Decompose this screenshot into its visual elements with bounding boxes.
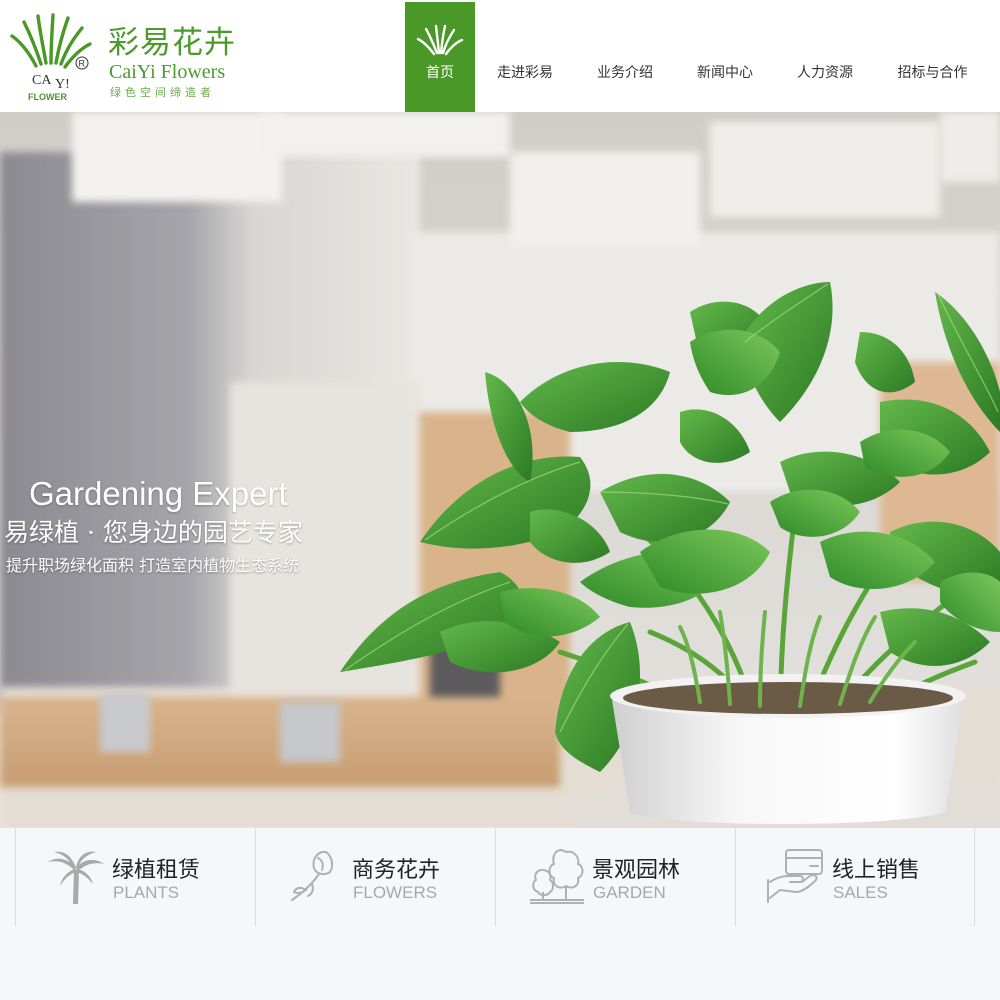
banner-office-plant-image xyxy=(0,112,1000,828)
service-sales[interactable]: 线上销售 SALES xyxy=(736,828,974,926)
service-subtitle: SALES xyxy=(833,883,888,902)
service-flowers[interactable]: 商务花卉 FLOWERS xyxy=(256,828,494,926)
nav-item-bidding[interactable]: 招标与合作 xyxy=(875,2,990,112)
nav-label: 业务介绍 xyxy=(597,65,653,81)
site-header: CA Y! FLOWER R 彩易花卉 CaiYi Flowers 绿色空间缔造… xyxy=(0,0,1000,112)
service-subtitle: GARDEN xyxy=(593,883,666,902)
brand-name-cn: 彩易花卉 xyxy=(108,25,236,61)
service-plants[interactable]: 绿植租赁 PLANTS xyxy=(16,828,254,926)
svg-text:R: R xyxy=(79,59,86,69)
svg-text:CA: CA xyxy=(32,73,52,88)
service-garden[interactable]: 景观园林 GARDEN xyxy=(496,828,734,926)
rose-icon xyxy=(291,851,334,901)
service-title: 商务花卉 xyxy=(352,858,441,883)
svg-text:FLOWER: FLOWER xyxy=(28,92,67,102)
service-subtitle: PLANTS xyxy=(113,883,180,902)
service-subtitle: FLOWERS xyxy=(353,883,438,902)
logo[interactable]: CA Y! FLOWER R 彩易花卉 CaiYi Flowers 绿色空间缔造… xyxy=(10,10,240,102)
nav-label: 走进彩易 xyxy=(497,65,553,81)
logo-mark-icon: CA Y! FLOWER R xyxy=(10,13,92,102)
nav-label: 人力资源 xyxy=(797,65,853,81)
nav-item-hr[interactable]: 人力资源 xyxy=(775,2,875,112)
nav-label: 新闻中心 xyxy=(697,65,753,81)
banner-subtitle: 易绿植 · 您身边的园艺专家 xyxy=(4,518,303,547)
brand-slogan: 绿色空间缔造者 xyxy=(110,86,215,99)
nav-item-about[interactable]: 走进彩易 xyxy=(475,2,575,112)
card-hand-icon xyxy=(767,849,823,903)
hero-banner[interactable]: Gardening Expert 易绿植 · 您身边的园艺专家 提升职场绿化面积… xyxy=(0,112,1000,828)
nav-label: 招标与合作 xyxy=(897,65,968,81)
main-nav: 首页 走进彩易 业务介绍 新闻中心 人力资源 招标与合作 xyxy=(405,2,990,112)
service-title: 绿植租赁 xyxy=(112,858,201,883)
grass-icon xyxy=(416,24,464,56)
nav-label: 首页 xyxy=(426,65,454,81)
services-bar: 绿植租赁 PLANTS 商务花卉 FLOWERS 景观园林 GARDEN 线上销… xyxy=(0,828,1000,1000)
brand-name-en: CaiYi Flowers xyxy=(109,61,226,83)
palm-tree-icon xyxy=(48,851,104,904)
svg-text:Y!: Y! xyxy=(55,77,70,92)
nav-item-news[interactable]: 新闻中心 xyxy=(675,2,775,112)
banner-title: Gardening Expert xyxy=(29,475,288,512)
nav-item-home[interactable]: 首页 xyxy=(405,2,475,112)
nav-item-business[interactable]: 业务介绍 xyxy=(575,2,675,112)
service-title: 线上销售 xyxy=(832,858,921,883)
service-title: 景观园林 xyxy=(592,858,681,883)
garden-trees-icon xyxy=(530,849,584,904)
divider xyxy=(974,828,975,926)
banner-description: 提升职场绿化面积 打造室内植物生态系统 xyxy=(6,556,300,575)
